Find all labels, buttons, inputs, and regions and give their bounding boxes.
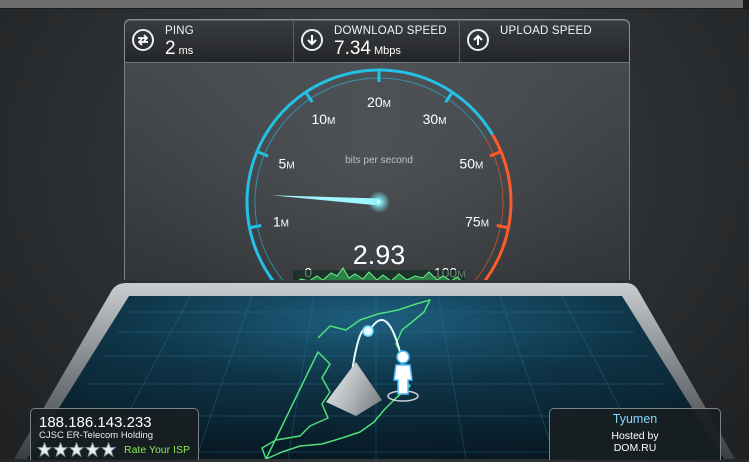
download-label: DOWNLOAD SPEED (334, 25, 447, 37)
needle-hub (368, 191, 390, 213)
gauge-panel: 01M5M10M20M30M50M75M100M bits per second… (124, 62, 630, 280)
upload-arrow-icon (467, 29, 489, 51)
upload-value (500, 38, 503, 60)
current-speed-value: 2.93 (353, 240, 406, 270)
star-icon[interactable] (101, 442, 116, 457)
gauge-tick-label: 75M (465, 214, 489, 230)
gauge-caption: bits per second (345, 155, 413, 166)
ping-value: 2 ms (165, 38, 194, 59)
gauge-tick-label: 30M (423, 111, 447, 127)
gauge-tick-label: 1M (273, 214, 289, 230)
gauge-tick (496, 223, 509, 230)
star-icon[interactable] (37, 442, 52, 457)
server-city[interactable]: Tyumen (550, 412, 720, 426)
star-icon[interactable] (85, 442, 100, 457)
results-panel: PING 2 ms DOWNLOAD SPEED 7.34 Mbps UPLOAD … (124, 19, 630, 63)
ping-arrows-icon (132, 29, 154, 51)
speed-gauge: 01M5M10M20M30M50M75M100M bits per second… (245, 68, 513, 280)
gauge-tick-label: 5M (279, 156, 295, 172)
client-info-box: 188.186.143.233 CJSC ER-Telecom Holding … (30, 408, 199, 460)
download-arrow-icon (301, 29, 323, 51)
speed-needle (271, 195, 380, 206)
host-name[interactable]: DOM.RU (550, 442, 720, 454)
upload-stat: UPLOAD SPEED (459, 20, 630, 62)
gauge-tick (256, 150, 269, 158)
upload-label: UPLOAD SPEED (500, 25, 592, 37)
ping-label: PING (165, 25, 194, 37)
download-value: 7.34 Mbps (334, 38, 401, 59)
gauge-tick (489, 150, 502, 158)
gauge-tick-label: 10M (311, 111, 335, 127)
gauge-tick (249, 223, 262, 230)
ping-stat: PING 2 ms (125, 20, 293, 62)
hosted-by-label: Hosted by (611, 430, 659, 442)
gauge-tick-label: 50M (459, 156, 483, 172)
star-icon[interactable] (53, 442, 68, 457)
isp-rating-stars[interactable] (37, 442, 117, 457)
gauge-tick-label: 20M (367, 94, 391, 110)
rate-isp-link[interactable]: Rate Your ISP (124, 444, 190, 456)
download-stat: DOWNLOAD SPEED 7.34 Mbps (293, 20, 460, 62)
server-info-box: Tyumen Hosted by DOM.RU (549, 408, 721, 460)
star-icon[interactable] (69, 442, 84, 457)
client-ip: 188.186.143.233 (39, 414, 152, 431)
isp-name: CJSC ER-Telecom Holding (39, 430, 154, 441)
